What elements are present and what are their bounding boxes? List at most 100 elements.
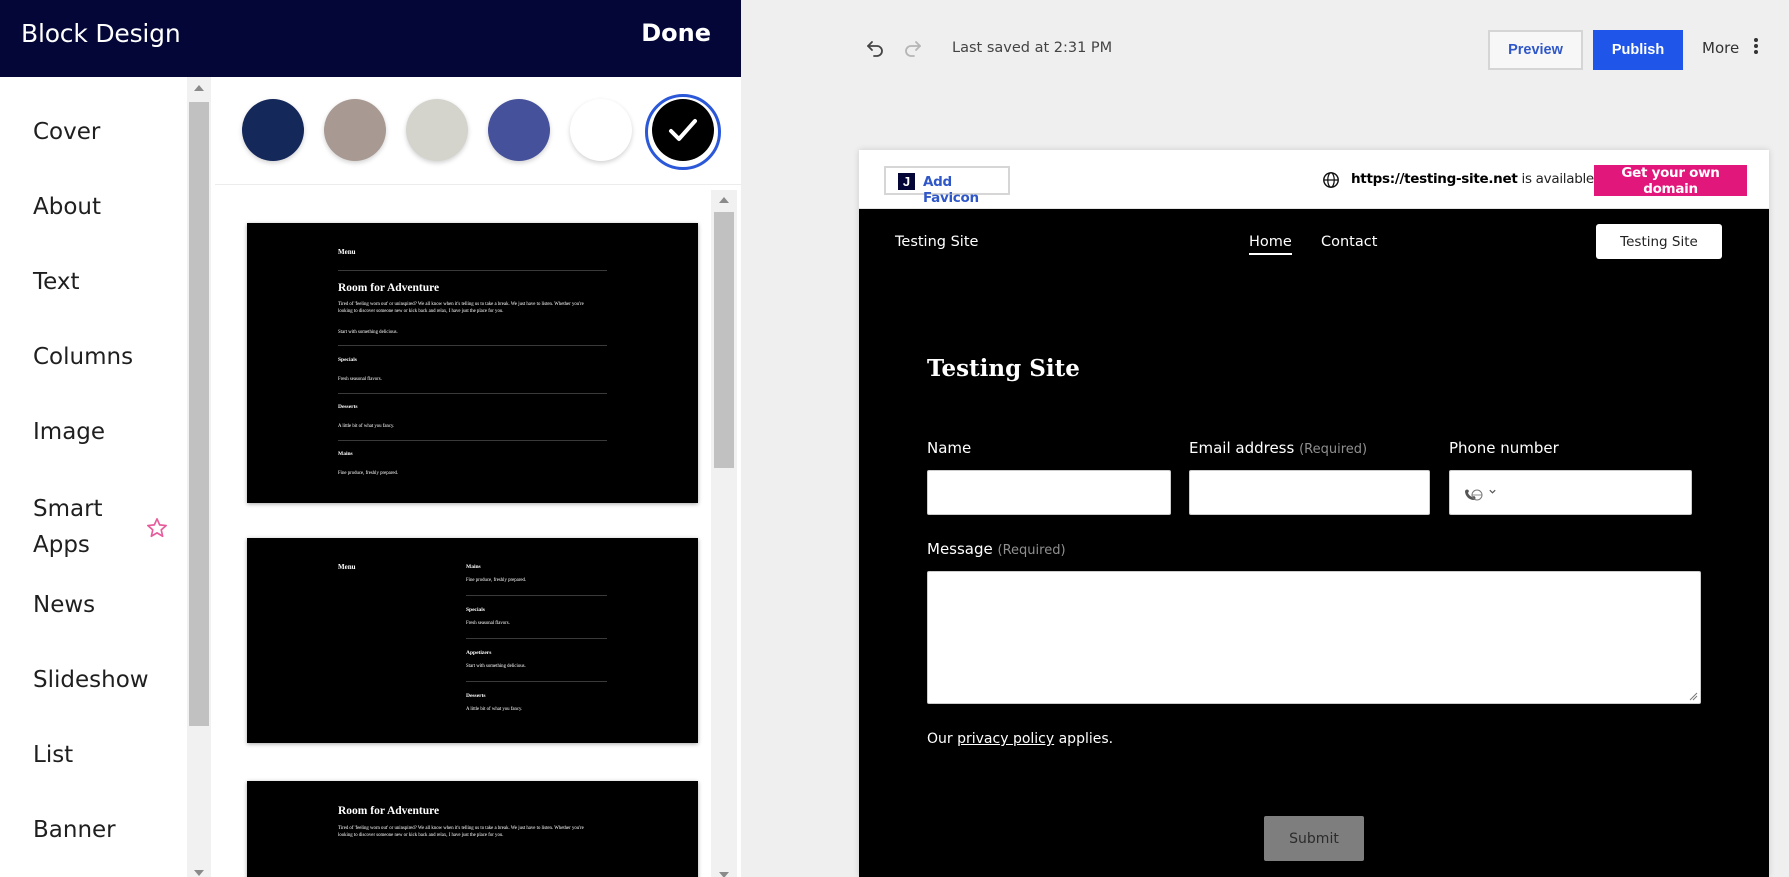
divider (466, 595, 607, 596)
privacy-prefix: Our (927, 731, 958, 747)
more-vertical-icon[interactable] (1753, 36, 1759, 56)
domain-suffix: is available! (1517, 171, 1600, 187)
site-preview: J Add Favicon https://testing-site.net i… (859, 150, 1769, 877)
layout-section-desc: A little bit of what you fancy. (466, 707, 523, 712)
form-title: Testing Site (927, 355, 1080, 382)
domain-availability: https://testing-site.net is available! (1351, 171, 1599, 187)
privacy-note: Our privacy policy applies. (927, 731, 1113, 747)
globe-icon (1323, 172, 1339, 188)
nav-link-contact[interactable]: Contact (1321, 234, 1377, 250)
nav-link-home[interactable]: Home (1249, 234, 1292, 255)
email-input[interactable] (1189, 470, 1430, 515)
layout-scroll-thumb[interactable] (714, 212, 734, 468)
done-button[interactable]: Done (641, 19, 711, 47)
phone-input[interactable] (1449, 470, 1692, 515)
swatch-indigo[interactable] (488, 99, 550, 161)
nav-item-cover[interactable]: Cover (33, 114, 100, 150)
site-navigation: Testing Site Home Contact Testing Site (859, 209, 1769, 277)
nav-item-news[interactable]: News (33, 587, 95, 623)
layout-title: Room for Adventure (338, 282, 440, 294)
layout-thumbnail-list: Menu Room for Adventure Tired of 'feelin… (215, 190, 741, 877)
swatch-navy[interactable] (242, 99, 304, 161)
more-button[interactable]: More (1702, 39, 1739, 57)
nav-item-smart-apps[interactable]: Smart Apps (33, 491, 103, 563)
scroll-down-icon[interactable] (194, 870, 204, 876)
layout-section-desc: A little bit of what you fancy. (338, 424, 395, 429)
layout-card[interactable]: Room for Adventure Tired of 'feeling wor… (247, 781, 698, 877)
get-domain-button[interactable]: Get your own domain (1594, 165, 1747, 197)
chevron-down-icon[interactable] (1488, 487, 1497, 496)
layout-section-desc: Start with something delicious. (466, 664, 526, 669)
required-tag: (Required) (1299, 442, 1368, 457)
message-label: Message (Required) (927, 540, 1066, 558)
layout-section-desc: Fine produce, freshly prepared. (466, 578, 527, 583)
domain-url: https://testing-site.net (1351, 171, 1518, 187)
add-favicon-label: Add Favicon (923, 174, 979, 206)
nav-item-about[interactable]: About (33, 189, 101, 225)
phone-label: Phone number (1449, 439, 1559, 457)
layout-title: Room for Adventure (338, 805, 440, 817)
swatch-black[interactable] (652, 99, 714, 161)
star-icon (147, 518, 167, 538)
panel-header: Block Design Done (0, 0, 741, 77)
nav-item-image[interactable]: Image (33, 414, 105, 450)
submit-button[interactable]: Submit (1264, 816, 1364, 861)
domain-bar: J Add Favicon https://testing-site.net i… (859, 150, 1769, 209)
layout-heading: Menu (338, 248, 356, 256)
scroll-down-icon[interactable] (719, 872, 729, 877)
swatch-light-gray[interactable] (406, 99, 468, 161)
redo-icon[interactable] (900, 37, 924, 61)
swatch-white[interactable] (570, 99, 632, 161)
last-saved-status: Last saved at 2:31 PM (952, 40, 1113, 56)
layout-section-name: Desserts (466, 693, 486, 699)
message-textarea[interactable] (927, 571, 1701, 704)
layout-section-name: Mains (338, 451, 353, 457)
preview-button[interactable]: Preview (1488, 30, 1583, 70)
nav-item-slideshow[interactable]: Slideshow (33, 662, 149, 698)
nav-item-banner[interactable]: Banner (33, 812, 116, 848)
color-swatch-row (215, 77, 741, 185)
scroll-up-icon[interactable] (194, 85, 204, 91)
layout-body: looking to discover someone new or kick … (338, 833, 504, 838)
layout-section-desc: Fine produce, freshly prepared. (338, 471, 399, 476)
layout-body: Tired of 'feeling worn out' or uninspire… (338, 826, 584, 831)
undo-icon[interactable] (864, 37, 888, 61)
panel-title: Block Design (21, 19, 181, 48)
nav-scrollbar[interactable] (187, 77, 211, 877)
layout-body: Tired of 'feeling worn out' or uninspire… (338, 302, 584, 307)
required-tag: (Required) (997, 543, 1066, 558)
name-label: Name (927, 439, 972, 457)
nav-cta-button[interactable]: Testing Site (1596, 224, 1722, 259)
divider (338, 345, 607, 346)
nav-item-columns[interactable]: Columns (33, 339, 133, 375)
divider (466, 681, 607, 682)
scroll-up-icon[interactable] (719, 197, 729, 203)
layout-intro: Start with something delicious. (338, 330, 398, 335)
divider (338, 270, 607, 271)
layout-scrollbar[interactable] (711, 190, 737, 877)
block-type-list: Cover About Text Columns Image Smart App… (0, 77, 187, 877)
site-name[interactable]: Testing Site (895, 234, 978, 250)
nav-item-list[interactable]: List (33, 737, 73, 773)
divider (338, 393, 607, 394)
email-label-text: Email address (1189, 439, 1295, 457)
phone-globe-icon[interactable] (1463, 488, 1483, 502)
resize-grip-icon[interactable] (1689, 692, 1698, 701)
nav-item-text[interactable]: Text (33, 264, 80, 300)
layout-card[interactable]: Menu Room for Adventure Tired of 'feelin… (247, 223, 698, 503)
layout-section-name: Appetizers (466, 650, 492, 656)
privacy-suffix: applies. (1054, 731, 1114, 747)
add-favicon-button[interactable]: J Add Favicon (884, 166, 1010, 206)
publish-button[interactable]: Publish (1593, 30, 1683, 70)
layout-section-desc: Fresh seasonal flavors. (338, 377, 382, 382)
layout-section-name: Mains (466, 564, 481, 570)
layout-card[interactable]: Menu Mains Fine produce, freshly prepare… (247, 538, 698, 743)
divider (338, 440, 607, 441)
layout-section-name: Specials (338, 357, 357, 363)
nav-scroll-thumb[interactable] (189, 102, 209, 726)
privacy-policy-link[interactable]: privacy policy (957, 731, 1054, 747)
favicon-logo: J (898, 173, 915, 190)
swatch-taupe[interactable] (324, 99, 386, 161)
divider (466, 638, 607, 639)
name-input[interactable] (927, 470, 1171, 515)
